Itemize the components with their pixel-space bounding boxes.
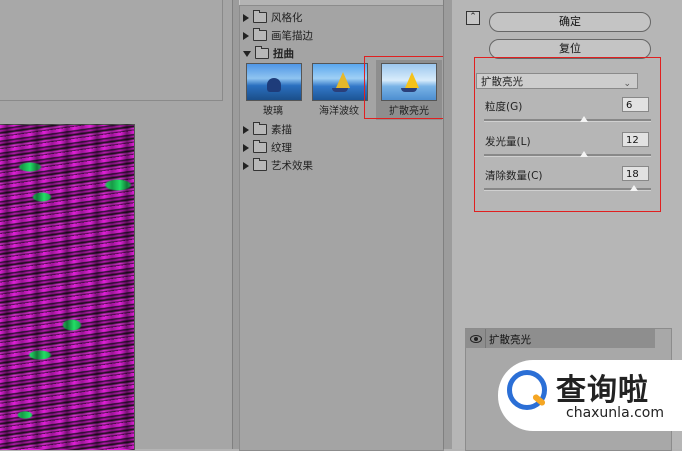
- collapse-gallery-icon[interactable]: ⌃: [466, 11, 480, 25]
- category-label: 纹理: [271, 142, 292, 154]
- selected-filter-annotation-box: [364, 56, 449, 119]
- sailboat-icon: [336, 72, 350, 88]
- glass-filter-thumbnail[interactable]: [246, 63, 302, 101]
- watermark-brand: 查询啦: [556, 373, 649, 408]
- expand-triangle-icon: [243, 13, 249, 22]
- category-label: 画笔描边: [271, 30, 313, 42]
- collapse-triangle-icon: [243, 50, 251, 57]
- filter-label-glass: 玻璃: [263, 106, 283, 117]
- filter-label-ocean-ripple: 海洋波纹: [319, 106, 359, 117]
- expand-triangle-icon: [243, 143, 249, 152]
- category-label: 扭曲: [273, 48, 294, 60]
- parameters-annotation-box: [474, 57, 661, 212]
- ocean-ripple-filter-thumbnail[interactable]: [312, 63, 368, 101]
- expand-triangle-icon: [243, 125, 249, 134]
- folder-icon: [253, 122, 267, 135]
- folder-icon: [255, 46, 269, 59]
- category-texture[interactable]: 纹理: [243, 139, 292, 156]
- expand-triangle-icon: [243, 31, 249, 40]
- category-brush-strokes[interactable]: 画笔描边: [243, 27, 313, 44]
- category-distort[interactable]: 扭曲: [243, 45, 294, 62]
- layer-separator: [485, 329, 486, 348]
- category-stylize[interactable]: 风格化: [243, 9, 303, 26]
- expand-triangle-icon: [243, 161, 249, 170]
- ok-button[interactable]: 确定: [489, 12, 651, 32]
- effect-layer-name: 扩散亮光: [489, 334, 531, 346]
- category-label: 素描: [271, 124, 292, 136]
- category-artistic[interactable]: 艺术效果: [243, 157, 313, 174]
- eye-icon[interactable]: [470, 335, 482, 343]
- folder-icon: [253, 10, 267, 23]
- glass-blob-icon: [267, 78, 281, 92]
- reset-button[interactable]: 复位: [489, 39, 651, 59]
- magnifier-logo-icon: [507, 370, 547, 410]
- preview-canvas-shading: [0, 124, 134, 449]
- preview-background: [0, 0, 223, 101]
- folder-icon: [253, 140, 267, 153]
- category-sketch[interactable]: 素描: [243, 121, 292, 138]
- hull-icon: [332, 88, 348, 92]
- category-label: 风格化: [271, 12, 303, 24]
- watermark-url: chaxunla.com: [566, 405, 664, 421]
- folder-icon: [253, 28, 267, 41]
- category-label: 艺术效果: [271, 160, 313, 172]
- folder-icon: [253, 158, 267, 171]
